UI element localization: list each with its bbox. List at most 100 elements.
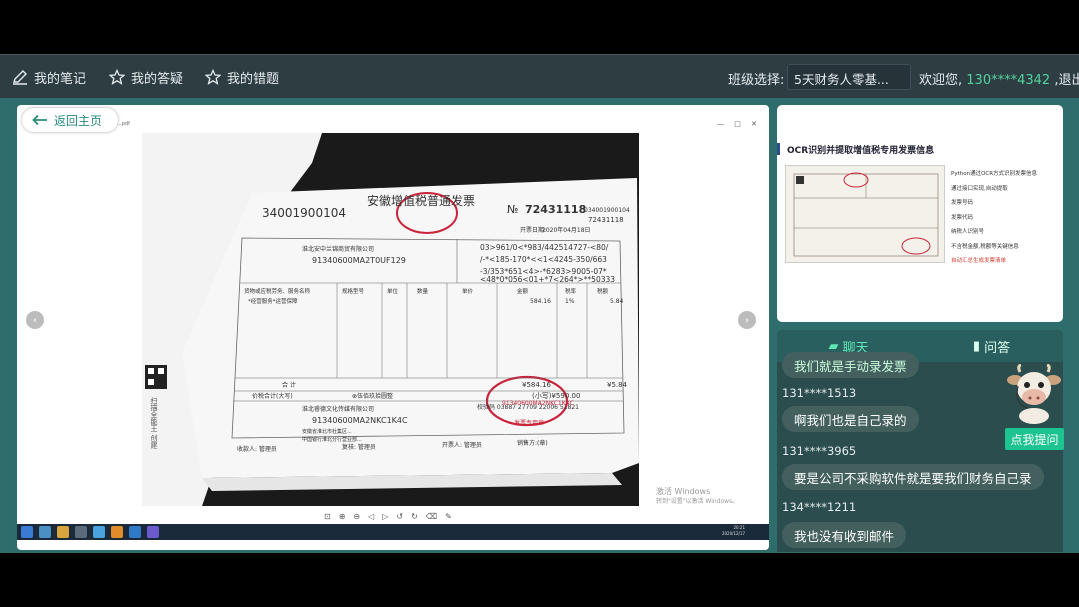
payee: 收款人: 管理员 [237, 445, 277, 453]
total-label: 合 计 [282, 381, 296, 389]
chevron-left-icon: ‹ [33, 314, 37, 326]
item-name: *经营服务*运营保障 [248, 297, 298, 305]
my-notes-link[interactable]: 我的笔记 [12, 55, 86, 99]
taskbar-app-icon[interactable] [93, 526, 105, 538]
total-amount: ¥584.16 [522, 381, 551, 389]
cow-mascot-icon [1007, 364, 1061, 424]
seller-tax-id: 91340600MA2NKC1K4C [312, 416, 408, 425]
windows-start-icon[interactable] [21, 526, 33, 538]
activate-line-2: 转到"设置"以激活 Windows。 [656, 498, 739, 505]
cipher-line-4: <48*0*056<01+*7<264*>**50333 [480, 275, 615, 284]
chat-sender: 134****1211 [782, 500, 857, 514]
col-amount: 金额 [517, 287, 529, 295]
stamp-sub: 发票专用章 [514, 419, 544, 427]
total-tax: ¥5.84 [607, 381, 628, 389]
chat-sender: 131****3965 [782, 444, 857, 458]
seller-bank: 中国银行淮北分行营业部... [302, 436, 362, 443]
slide-bullet: Python通过OCR方式识别发票信息 [951, 171, 1038, 177]
slide-invoice-thumbnail [785, 165, 945, 263]
next-page-button[interactable]: › [738, 311, 756, 329]
invoice-photo: 安徽增值税普通发票 34001900104 № 72431118 0340019… [142, 133, 639, 506]
star-icon [109, 69, 125, 85]
invoice-number-right: 72431118 [588, 216, 624, 224]
slide-bullet: 通过接口实现,自动提取 [951, 185, 1008, 192]
taskbar-app-icon[interactable] [39, 526, 51, 538]
sum-small: (小写)¥590.00 [532, 391, 580, 400]
slide-bullet: 发票代码 [951, 214, 974, 221]
zoom-in-icon[interactable]: ⊕ [339, 512, 346, 521]
taskbar-app-icon[interactable] [57, 526, 69, 538]
item-tax: 5.84 [610, 298, 624, 305]
my-mistakes-label: 我的错题 [227, 71, 280, 87]
slide-panel: OCR识别并提取增值税专用发票信息 Python通过OCR方式识别发票信息 通过… [777, 105, 1063, 322]
rotate-left-icon[interactable]: ↺ [396, 512, 403, 521]
seller-seal-label: 销售方:(章) [517, 439, 548, 447]
col-qty: 数量 [417, 287, 429, 295]
zoom-out-icon[interactable]: ⊖ [353, 512, 360, 521]
taskbar-app-icon[interactable] [147, 526, 159, 538]
invoice-no-prefix: № [507, 203, 518, 216]
system-tray: 20:21 2020/12/17 [722, 525, 745, 537]
title-accent [777, 143, 780, 155]
slide-bullet: 不含税金额,税额等关键信息 [951, 243, 1019, 250]
prev-page-button[interactable]: ‹ [26, 311, 44, 329]
chat-sender: 131****1513 [782, 386, 857, 400]
top-nav-bar: 我的笔记 我的答疑 我的错题 班级选择: 5天财务人零基... 欢迎您, 130… [0, 54, 1079, 98]
rotate-right-icon[interactable]: ↻ [411, 512, 418, 521]
sum-words: ⊗伍佰玖拾圆整 [352, 392, 393, 400]
window-controls: — □ ✕ [717, 120, 761, 128]
windows-taskbar: 20:21 2020/12/17 [17, 524, 769, 540]
windows-activation-watermark: 激活 Windows 转到"设置"以激活 Windows。 [656, 487, 738, 507]
viewer-toolbar: ⊡ ⊕ ⊖ ◁ ▷ ↺ ↻ ⌫ ✎ [324, 512, 452, 521]
arrow-left-icon [32, 114, 47, 126]
invoice-title: 安徽增值税普通发票 [367, 193, 475, 208]
prev-icon[interactable]: ◁ [368, 512, 374, 521]
invoice-number: 72431118 [525, 203, 586, 216]
scanner-watermark: 扫描全能王 创建 [150, 396, 158, 449]
slide-bullet: 自动汇总生成发票清单 [951, 258, 1007, 264]
reviewer: 复核: 管理员 [342, 443, 376, 451]
user-phone: 130****4342 [966, 73, 1051, 88]
back-home-label: 返回主页 [54, 113, 103, 128]
col-rate: 税率 [565, 287, 577, 295]
screen-window-title: ...pdf [117, 121, 130, 127]
welcome-text: 欢迎您, 130****4342 ,退出 [919, 69, 1079, 88]
col-spec: 规格型号 [342, 287, 365, 295]
delete-icon[interactable]: ⌫ [426, 512, 437, 521]
col-unit: 单位 [387, 287, 399, 295]
taskbar-app-icon[interactable] [129, 526, 141, 538]
cipher-line-1: 03>961/0<*983/442514727-<80/ [480, 243, 609, 252]
edit-icon[interactable]: ✎ [445, 512, 452, 521]
taskbar-app-icon[interactable] [111, 526, 123, 538]
slide-bullet: 纳税人识别号 [951, 229, 985, 235]
chevron-right-icon: › [745, 314, 749, 326]
tab-qa-label: 问答 [984, 340, 1011, 356]
my-notes-label: 我的笔记 [34, 71, 87, 87]
pen-icon [13, 70, 27, 85]
tab-qa[interactable]: ▮ 问答 [920, 330, 1063, 362]
logout-link[interactable]: ,退出 [1054, 73, 1079, 88]
item-rate: 1% [565, 298, 575, 305]
seller-address: 安徽省淮北市杜集区... [302, 428, 352, 435]
welcome-prefix: 欢迎您, [919, 73, 963, 88]
next-icon[interactable]: ▷ [382, 512, 388, 521]
my-questions-link[interactable]: 我的答疑 [109, 55, 183, 99]
my-mistakes-link[interactable]: 我的错题 [205, 55, 279, 99]
fit-icon[interactable]: ⊡ [324, 512, 331, 521]
activate-line-1: 激活 Windows [656, 487, 711, 496]
slide-bullet: 发票号码 [951, 200, 974, 206]
invoice-code-left: 34001900104 [262, 206, 346, 220]
invoice-image: 安徽增值税普通发票 34001900104 № 72431118 0340019… [142, 133, 639, 506]
invoice-date: 2020年04月18日 [542, 226, 591, 234]
stamp-text: 91340600MA2NKC1K4C [502, 400, 574, 407]
chat-message: 啊我们也是自己录的 [782, 406, 919, 432]
taskbar-app-icon[interactable] [75, 526, 87, 538]
seller-name: 淮北睿德文化传媒有限公司 [302, 405, 374, 413]
back-home-button[interactable]: 返回主页 [22, 108, 118, 132]
slide-bullets: Python通过OCR方式识别发票信息 通过接口实现,自动提取 发票号码 发票代… [951, 167, 1037, 269]
ask-question-button[interactable]: 点我提问 [1005, 428, 1064, 450]
buyer-name: 淮北安中兰锦商贸有限公司 [302, 245, 374, 253]
class-select[interactable]: 5天财务人零基... [787, 64, 911, 90]
col-price: 单价 [462, 287, 474, 295]
col-tax: 税额 [597, 287, 609, 295]
